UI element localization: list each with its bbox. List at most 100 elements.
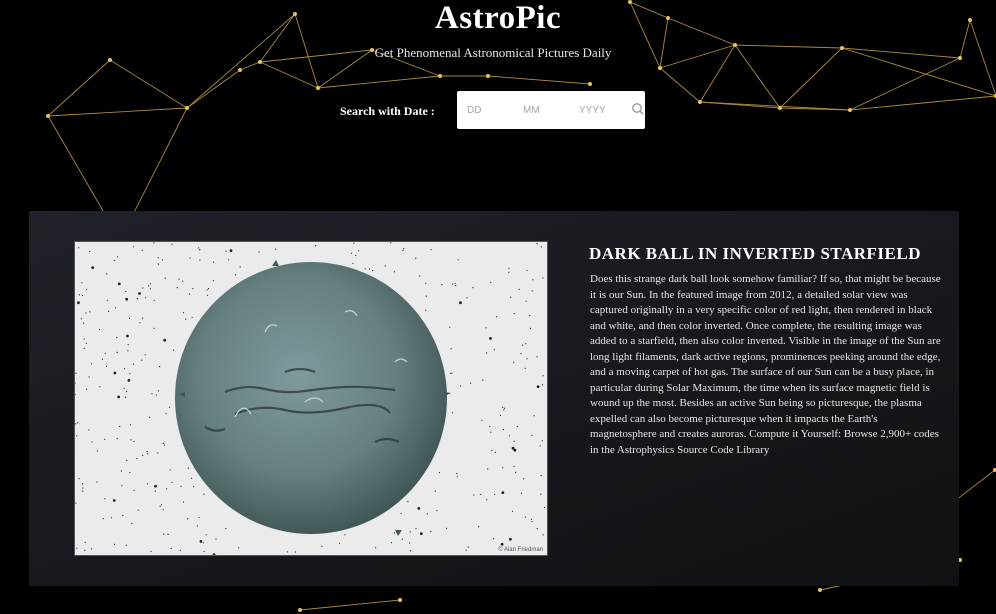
star [522,478,525,480]
star [536,528,538,530]
network-line [849,57,961,111]
star [438,471,440,474]
star [524,516,526,518]
star [499,414,501,417]
network-node [588,82,592,86]
star [116,336,118,339]
star [80,318,82,320]
star [117,395,121,399]
year-input[interactable] [579,103,623,117]
star [78,478,80,480]
star [450,348,452,350]
star [191,316,193,318]
star [170,547,172,550]
star [125,297,129,301]
star [136,298,138,300]
star [419,532,423,535]
star [83,322,85,324]
star [206,289,208,291]
star [157,390,159,392]
star [417,507,421,510]
star [212,280,214,282]
star [153,327,155,329]
star [125,290,127,293]
star [513,361,515,363]
star [457,259,459,261]
star [465,549,467,551]
site-title: AstroPic [434,0,562,36]
date-search-box [457,91,645,129]
network-line [699,101,851,111]
star [96,450,98,452]
star [425,309,427,311]
star [509,537,512,541]
star [485,327,487,329]
star [157,452,159,454]
network-node [46,114,50,118]
star [493,349,495,351]
star [83,338,85,340]
star [105,365,108,367]
star [127,344,129,346]
star [173,349,175,351]
star [146,450,148,453]
network-node [438,74,442,78]
star [384,265,386,267]
star [180,485,182,487]
star [524,367,526,369]
star [225,250,227,252]
star [533,415,535,417]
star [126,459,128,461]
network-line [259,61,319,89]
star [76,547,78,549]
star [142,317,144,319]
star [393,271,395,273]
apod-image[interactable]: © Alan Friedman [74,241,548,556]
star [108,310,110,312]
star [176,287,178,289]
star [451,372,453,374]
star [187,518,189,520]
star [171,243,173,245]
search-button[interactable] [631,100,645,120]
star [169,469,171,471]
star [449,326,451,328]
star [486,499,488,501]
star [187,467,189,469]
site-subtitle: Get Phenomenal Astronomical Pictures Dai… [374,45,612,60]
network-line [317,75,441,89]
star [491,449,493,451]
star [119,425,121,428]
star [164,277,166,279]
star [467,546,469,548]
star [113,371,117,375]
day-input[interactable] [467,103,507,117]
star [522,344,524,346]
star [436,510,438,512]
star [466,297,468,299]
star [81,282,83,284]
star [151,393,153,395]
star [77,301,80,305]
star [115,307,117,309]
month-input[interactable] [523,103,563,117]
star [510,296,512,298]
star [167,533,169,535]
star [375,547,377,549]
star [138,292,141,295]
star [99,328,101,331]
star [160,504,163,506]
star [508,435,510,437]
star [530,518,533,520]
star [81,294,84,297]
star [165,413,167,415]
star [239,266,241,268]
star [88,429,90,431]
star [168,406,171,408]
star [258,251,260,253]
star [518,288,520,290]
star [526,358,528,360]
star [425,295,427,297]
star [503,409,505,411]
star [490,281,492,283]
